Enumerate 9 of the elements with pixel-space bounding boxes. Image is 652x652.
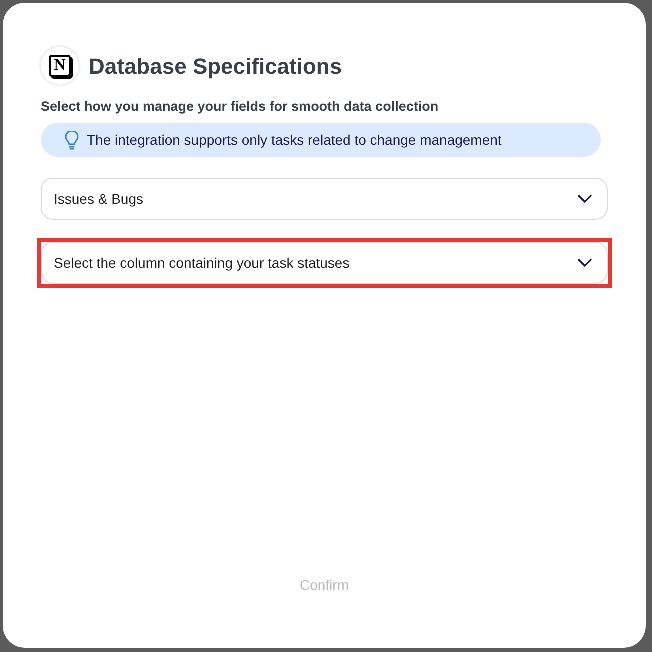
dialog-subtitle: Select how you manage your fields for smooth data collection xyxy=(41,98,440,116)
chevron-down-icon xyxy=(577,258,593,268)
select-dropdown[interactable]: Select the column containing your task statuses xyxy=(41,242,608,284)
info-text: The integration supports only tasks related to change management xyxy=(87,130,502,150)
dialog-title: Database Specifications xyxy=(89,52,342,81)
logo-icon: N xyxy=(41,47,79,85)
select-dropdown[interactable]: Issues & Bugs xyxy=(41,178,608,220)
chevron-down-icon xyxy=(577,194,593,204)
lightbulb-icon xyxy=(65,130,79,150)
